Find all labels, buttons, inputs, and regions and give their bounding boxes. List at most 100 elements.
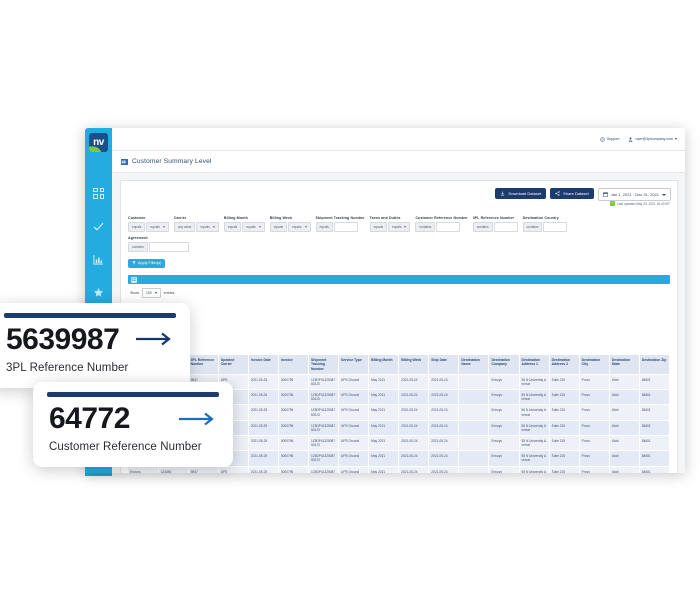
- filter-text-input[interactable]: [436, 222, 461, 232]
- table-cell: 55 N University Avenue: [519, 404, 550, 421]
- table-cell: [458, 435, 490, 452]
- table-icon: [121, 158, 128, 165]
- filter-billing-week: Billing Week equals equals: [269, 216, 311, 232]
- table-cell: Envoys: [128, 466, 159, 473]
- filter-operator-select[interactable]: contains: [415, 222, 436, 232]
- filter-text-input[interactable]: [493, 222, 518, 232]
- sidebar-item-favorites[interactable]: [85, 279, 112, 305]
- filter-value-select[interactable]: equals: [242, 222, 265, 232]
- filter-operator-select[interactable]: equals: [269, 222, 288, 232]
- table-cell: Envoys: [488, 450, 520, 467]
- filter-value-select[interactable]: equals: [146, 222, 169, 232]
- filter-controls: contains: [472, 222, 518, 232]
- table-cell: 55 N University Avenue: [519, 374, 550, 391]
- sidebar-item-reports[interactable]: [85, 246, 112, 272]
- filter-operator-select[interactable]: equals: [128, 222, 146, 232]
- download-dataset-button[interactable]: Download Dataset: [495, 188, 547, 199]
- filter-operator-select[interactable]: any value: [173, 222, 196, 232]
- filter-value-label: equals: [200, 225, 210, 229]
- filter-panel: Customer equals equals Carrier any value equa…: [121, 216, 677, 270]
- table-column-header[interactable]: Destination State: [609, 355, 640, 375]
- table-column-header[interactable]: Invoice Date: [248, 355, 279, 375]
- table-column-header[interactable]: Service Type: [338, 355, 370, 375]
- table-cell: 2021-05-25: [248, 420, 279, 437]
- table-column-header[interactable]: Billing Week: [398, 355, 430, 375]
- share-dataset-button[interactable]: Share Dataset: [550, 188, 594, 199]
- callout-label: 3PL Reference Number: [6, 362, 129, 374]
- table-cell: Provo: [579, 420, 610, 437]
- filter-label: Carrier: [173, 216, 187, 220]
- table-cell: 2021-05-24: [398, 420, 430, 437]
- filter-operator-select[interactable]: equals: [223, 222, 242, 232]
- filter-operator-select[interactable]: contains: [522, 222, 543, 232]
- sidebar-item-approvals[interactable]: [85, 213, 112, 239]
- sidebar-nav: [85, 180, 112, 312]
- date-range-label: Jan 1, 2021 - Dec 31, 2021: [610, 192, 659, 197]
- table-column-header[interactable]: Destination Address 1: [519, 355, 550, 375]
- table-cell: Suite 215: [549, 435, 580, 452]
- filter-label: Destination Country: [522, 216, 559, 220]
- page-size-select[interactable]: 100: [142, 288, 161, 298]
- filter-label: 3PL Reference Number: [472, 216, 515, 220]
- table-cell: Suite 215: [549, 450, 580, 467]
- table-column-header[interactable]: Destination Address 2: [549, 355, 580, 375]
- filter-value-select[interactable]: equals: [288, 222, 311, 232]
- table-cell: 0000796: [278, 466, 309, 473]
- filter-text-input[interactable]: [333, 222, 358, 232]
- table-cell: 0000796: [278, 435, 309, 452]
- date-range-picker[interactable]: Jan 1, 2021 - Dec 31, 2021: [597, 188, 671, 201]
- page-size-value: 100: [146, 291, 152, 295]
- table-cell: 55 N University Avenue: [519, 389, 550, 406]
- filter-value-select[interactable]: equals: [196, 222, 219, 232]
- filter-value-label: equals: [292, 225, 302, 229]
- user-menu[interactable]: user@3plcompany.com: [628, 137, 677, 142]
- table-column-header[interactable]: 3PL Reference Number: [188, 355, 219, 375]
- table-column-header[interactable]: Invoice: [278, 355, 309, 375]
- table-cell: 2021-05-25: [248, 450, 279, 467]
- table-cell: 2021-05-24: [398, 389, 430, 406]
- filter-operator-select[interactable]: contains: [472, 222, 493, 232]
- table-cell: 1Z5DP41325087502J3: [308, 389, 340, 406]
- table-column-header[interactable]: Shipment Tracking Number: [308, 355, 340, 375]
- filter-label: Customer: [128, 216, 146, 220]
- chevron-down-icon: [212, 226, 215, 228]
- table-cell: 2021-05-25: [248, 466, 279, 473]
- table-column-header[interactable]: Ship Date: [428, 355, 460, 375]
- filter-value-select[interactable]: equals: [388, 222, 411, 232]
- chevron-down-icon: [675, 138, 677, 140]
- support-link[interactable]: Support: [600, 136, 619, 142]
- filter-text-input[interactable]: [543, 222, 568, 232]
- filter-controls: contains: [415, 222, 467, 232]
- table-cell: 2021-05-24: [398, 404, 430, 421]
- filter-operator-select[interactable]: equals: [369, 222, 388, 232]
- table-column-header[interactable]: Updated Carrier: [218, 355, 249, 375]
- table-cell: 0000796: [278, 389, 309, 406]
- table-column-header[interactable]: Destination Name: [458, 355, 490, 375]
- filter-operator-label: contains: [476, 225, 489, 229]
- table-cell: 2021-05-24: [398, 466, 430, 473]
- filter-controls: equals equals: [369, 222, 411, 232]
- table-column-header[interactable]: Destination City: [579, 355, 610, 375]
- sidebar-item-dashboard[interactable]: [85, 180, 112, 206]
- table-cell: Suite 215: [549, 374, 580, 391]
- app-logo[interactable]: nv: [89, 133, 108, 152]
- grid-icon: [93, 187, 104, 199]
- user-icon: [629, 137, 633, 142]
- agreement-operator-select[interactable]: contains: [128, 242, 148, 252]
- apply-filters-button[interactable]: Apply Filter(s): [128, 258, 166, 268]
- table-cell: 55 N University Avenue: [519, 466, 550, 473]
- table-column-header[interactable]: Destination Company: [488, 355, 520, 375]
- chevron-down-icon: [162, 226, 165, 228]
- table-cell: UPS Ground: [338, 450, 370, 467]
- table-toolbar-icon[interactable]: [131, 276, 137, 283]
- table-column-header[interactable]: Destination Zip: [639, 355, 670, 375]
- table-column-header[interactable]: Billing Month: [368, 355, 400, 375]
- agreement-input[interactable]: [148, 242, 189, 252]
- table-cell: [458, 374, 490, 391]
- table-row[interactable]: Envoys1234569847UPS2021-05-2500007961Z5D…: [128, 466, 670, 473]
- filter-operator-select[interactable]: equals: [315, 222, 333, 232]
- table-cell: UPS Ground: [338, 404, 370, 421]
- table-cell: 2021-05-24: [398, 435, 430, 452]
- table-cell: 1Z5DP41325087502J3: [308, 374, 340, 391]
- filter-controls: any value equals: [173, 222, 219, 232]
